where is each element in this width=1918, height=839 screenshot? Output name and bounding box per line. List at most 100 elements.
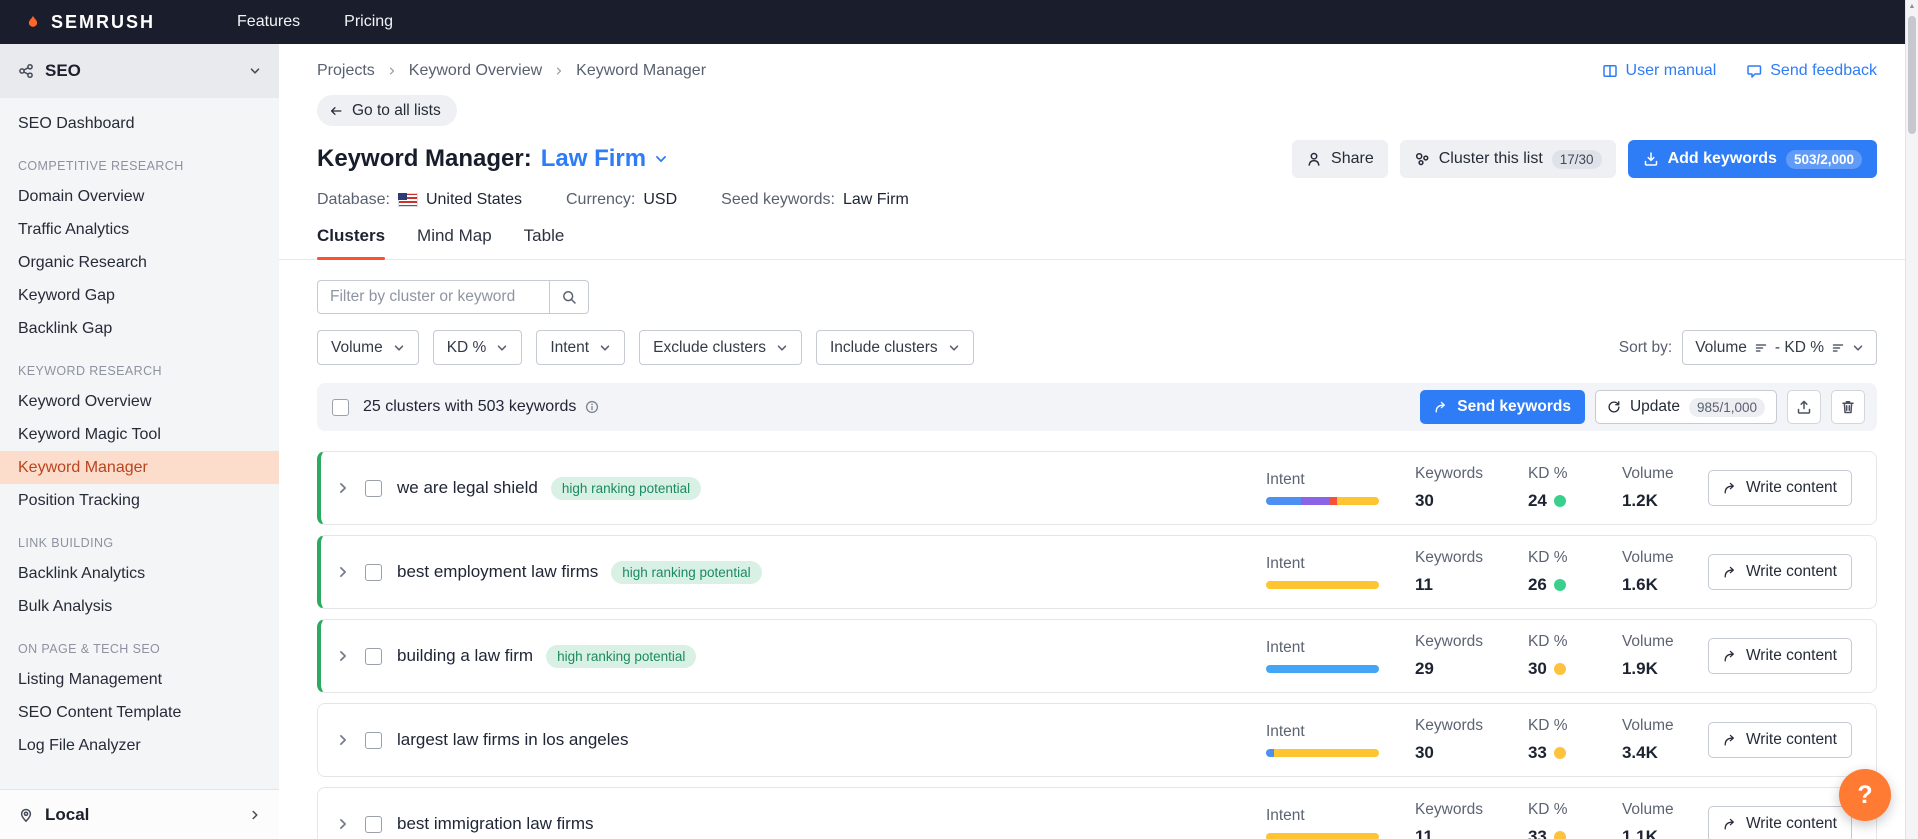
- filter-input[interactable]: [317, 280, 549, 314]
- write-content-icon: [1723, 817, 1737, 831]
- cluster-name[interactable]: best immigration law firms: [397, 814, 594, 834]
- help-button[interactable]: ?: [1839, 769, 1891, 821]
- sidebar-item-backlink-analytics[interactable]: Backlink Analytics: [0, 557, 279, 590]
- chevron-down-icon: [776, 342, 788, 354]
- cluster-name[interactable]: best employment law firms: [397, 562, 598, 582]
- info-icon[interactable]: [585, 400, 599, 414]
- sidebar-section-keyword-research: KEYWORD RESEARCH: [0, 364, 279, 378]
- sidebar-item-organic-research[interactable]: Organic Research: [0, 246, 279, 279]
- kd-label: KD %: [1528, 633, 1586, 651]
- cluster-checkbox[interactable]: [365, 648, 382, 665]
- write-content-button[interactable]: Write content: [1708, 806, 1852, 839]
- cluster-this-list-button[interactable]: Cluster this list 17/30: [1400, 140, 1616, 178]
- cluster-this-list-label: Cluster this list: [1439, 150, 1543, 168]
- sidebar-item-keyword-gap[interactable]: Keyword Gap: [0, 279, 279, 312]
- volume-column: Volume 1.1K: [1622, 801, 1678, 839]
- update-button[interactable]: Update 985/1,000: [1595, 390, 1777, 424]
- intent-label: Intent: [1266, 639, 1379, 657]
- sort-dropdown[interactable]: Volume - KD %: [1682, 330, 1877, 365]
- keywords-value: 29: [1415, 659, 1492, 679]
- sort-icon: [1755, 342, 1767, 354]
- intent-filter-dropdown[interactable]: Intent: [536, 330, 625, 365]
- sidebar-item-traffic-analytics[interactable]: Traffic Analytics: [0, 213, 279, 246]
- nav-pricing[interactable]: Pricing: [344, 13, 393, 31]
- send-keywords-button[interactable]: Send keywords: [1420, 390, 1585, 424]
- cluster-checkbox[interactable]: [365, 564, 382, 581]
- tab-mind-map[interactable]: Mind Map: [417, 226, 492, 259]
- sidebar-item-seo-content-template[interactable]: SEO Content Template: [0, 696, 279, 729]
- go-to-all-lists-button[interactable]: Go to all lists: [317, 95, 457, 126]
- cluster-name[interactable]: largest law firms in los angeles: [397, 730, 628, 750]
- sidebar-item-listing-management[interactable]: Listing Management: [0, 663, 279, 696]
- volume-label: Volume: [1622, 633, 1678, 651]
- write-content-button[interactable]: Write content: [1708, 470, 1852, 506]
- sidebar-seo-header[interactable]: SEO: [0, 44, 279, 98]
- cluster-name[interactable]: we are legal shield: [397, 478, 538, 498]
- cluster-name[interactable]: building a law firm: [397, 646, 533, 666]
- expand-cluster-button[interactable]: [336, 733, 350, 747]
- expand-cluster-button[interactable]: [336, 565, 350, 579]
- breadcrumb-keyword-overview[interactable]: Keyword Overview: [409, 62, 542, 80]
- local-pin-icon: [18, 807, 34, 823]
- sidebar-item-keyword-manager[interactable]: Keyword Manager: [0, 451, 279, 484]
- cluster-checkbox[interactable]: [365, 816, 382, 833]
- volume-value: 1.2K: [1622, 491, 1678, 511]
- sidebar-item-seo-dashboard[interactable]: SEO Dashboard: [0, 107, 279, 140]
- clusters-summary-text: 25 clusters with 503 keywords: [363, 398, 576, 416]
- select-all-checkbox[interactable]: [332, 399, 349, 416]
- expand-cluster-button[interactable]: [336, 649, 350, 663]
- kd-dot: [1554, 831, 1566, 839]
- semrush-logo[interactable]: SEMRUSH: [24, 12, 155, 33]
- scrollbar-thumb[interactable]: [1908, 16, 1916, 134]
- export-button[interactable]: [1787, 390, 1821, 424]
- chevron-down-icon: [496, 342, 508, 354]
- kd-column: KD % 33: [1528, 801, 1586, 839]
- expand-cluster-button[interactable]: [336, 481, 350, 495]
- high-ranking-badge: high ranking potential: [546, 645, 696, 668]
- sidebar-item-domain-overview[interactable]: Domain Overview: [0, 180, 279, 213]
- vertical-scrollbar[interactable]: ▲: [1905, 0, 1918, 839]
- nav-features[interactable]: Features: [237, 13, 300, 31]
- kd-value: 33: [1528, 743, 1547, 763]
- kd-label: KD %: [1528, 465, 1586, 483]
- keywords-label: Keywords: [1415, 801, 1492, 819]
- add-keywords-button[interactable]: Add keywords 503/2,000: [1628, 140, 1877, 178]
- list-name-dropdown[interactable]: Law Firm: [541, 145, 668, 173]
- user-manual-link[interactable]: User manual: [1602, 62, 1717, 80]
- tab-clusters[interactable]: Clusters: [317, 226, 385, 259]
- volume-label: Volume: [1622, 801, 1678, 819]
- cluster-checkbox[interactable]: [365, 732, 382, 749]
- scroll-up-arrow[interactable]: ▲: [1906, 3, 1918, 10]
- cluster-checkbox[interactable]: [365, 480, 382, 497]
- sidebar-item-backlink-gap[interactable]: Backlink Gap: [0, 312, 279, 345]
- tab-table[interactable]: Table: [524, 226, 565, 259]
- sidebar-item-position-tracking[interactable]: Position Tracking: [0, 484, 279, 517]
- send-feedback-link[interactable]: Send feedback: [1746, 62, 1877, 80]
- write-content-button[interactable]: Write content: [1708, 722, 1852, 758]
- breadcrumb-keyword-manager[interactable]: Keyword Manager: [576, 62, 706, 80]
- kd-label: KD %: [1528, 549, 1586, 567]
- write-content-button[interactable]: Write content: [1708, 554, 1852, 590]
- volume-value: 1.1K: [1622, 827, 1678, 839]
- exclude-clusters-label: Exclude clusters: [653, 339, 766, 357]
- exclude-clusters-dropdown[interactable]: Exclude clusters: [639, 330, 802, 365]
- kd-filter-dropdown[interactable]: KD %: [433, 330, 523, 365]
- sidebar-item-keyword-overview[interactable]: Keyword Overview: [0, 385, 279, 418]
- delete-button[interactable]: [1831, 390, 1865, 424]
- breadcrumb-projects[interactable]: Projects: [317, 62, 375, 80]
- search-button[interactable]: [549, 280, 589, 314]
- sidebar-item-keyword-magic-tool[interactable]: Keyword Magic Tool: [0, 418, 279, 451]
- sort-primary-value: Volume: [1695, 339, 1747, 357]
- sidebar-item-log-file-analyzer[interactable]: Log File Analyzer: [0, 729, 279, 762]
- currency-meta: Currency: USD: [566, 191, 677, 209]
- sidebar-item-local[interactable]: Local: [0, 789, 279, 839]
- volume-filter-dropdown[interactable]: Volume: [317, 330, 419, 365]
- sidebar-item-label: Keyword Manager: [18, 459, 148, 477]
- chevron-down-icon: [1852, 342, 1864, 354]
- include-clusters-dropdown[interactable]: Include clusters: [816, 330, 974, 365]
- expand-cluster-button[interactable]: [336, 817, 350, 831]
- sidebar-item-bulk-analysis[interactable]: Bulk Analysis: [0, 590, 279, 623]
- kd-dot: [1554, 663, 1566, 675]
- share-button[interactable]: Share: [1292, 140, 1388, 178]
- write-content-button[interactable]: Write content: [1708, 638, 1852, 674]
